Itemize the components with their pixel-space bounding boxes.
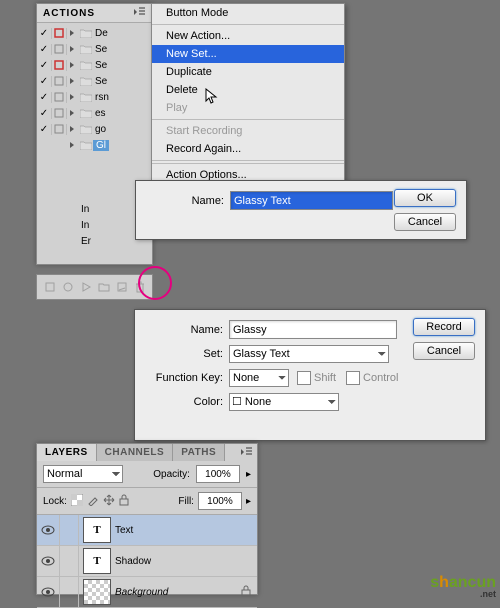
lock-label: Lock:: [43, 496, 67, 507]
layer-thumb: [83, 579, 111, 605]
panel-tabs: LAYERS CHANNELS PATHS: [37, 444, 257, 461]
menu-button-mode[interactable]: Button Mode: [152, 4, 344, 22]
stop-icon[interactable]: [44, 281, 56, 293]
chevron-right-icon[interactable]: ▸: [246, 469, 251, 480]
layer-lock-row: Lock: Fill: ▸: [37, 488, 257, 515]
control-label: Control: [363, 372, 398, 384]
opacity-label: Opacity:: [153, 469, 190, 480]
menu-separator: [152, 163, 344, 164]
action-row[interactable]: ✓rsn: [37, 89, 152, 105]
actions-context-menu: Button Mode New Action... New Set... Dup…: [151, 3, 345, 203]
layer-row[interactable]: Background: [37, 577, 257, 608]
actions-panel-header: ACTIONS: [37, 4, 152, 23]
visibility-toggle[interactable]: [37, 546, 60, 576]
fill-label: Fill:: [178, 496, 194, 507]
set-name-input[interactable]: [230, 191, 393, 210]
name-label: Name:: [146, 195, 230, 207]
cancel-button[interactable]: Cancel: [394, 213, 456, 231]
opacity-input[interactable]: [196, 465, 240, 483]
color-select[interactable]: ☐ None: [229, 393, 339, 411]
name-label: Name:: [145, 324, 229, 336]
visibility-toggle[interactable]: [37, 577, 60, 607]
link-col[interactable]: [60, 515, 79, 545]
layer-name: Background: [115, 587, 168, 598]
shift-label: Shift: [314, 372, 336, 384]
cancel-button[interactable]: Cancel: [413, 342, 475, 360]
menu-record-again[interactable]: Record Again...: [152, 140, 344, 158]
action-name-input[interactable]: [229, 320, 397, 339]
fkey-select[interactable]: None: [229, 369, 289, 387]
tab-paths[interactable]: PATHS: [173, 444, 225, 461]
new-action-icon[interactable]: [116, 281, 128, 293]
record-icon[interactable]: [62, 281, 74, 293]
control-checkbox[interactable]: [346, 371, 360, 385]
action-row[interactable]: ✓Se: [37, 73, 152, 89]
play-icon[interactable]: [80, 281, 92, 293]
menu-separator: [152, 160, 344, 161]
link-col[interactable]: [60, 546, 79, 576]
menu-delete[interactable]: Delete: [152, 81, 344, 99]
menu-duplicate[interactable]: Duplicate: [152, 63, 344, 81]
menu-play[interactable]: Play: [152, 99, 344, 117]
actions-panel-title: ACTIONS: [43, 8, 95, 19]
set-select[interactable]: Glassy Text: [229, 345, 389, 363]
record-button[interactable]: Record: [413, 318, 475, 336]
lock-transparency-icon[interactable]: [71, 494, 83, 509]
menu-new-set[interactable]: New Set...: [152, 45, 344, 63]
new-set-icon[interactable]: [98, 281, 110, 293]
new-action-dialog: Name: Set: Glassy Text Function Key: Non…: [134, 309, 486, 441]
menu-separator: [152, 24, 344, 25]
layer-name: Shadow: [115, 556, 151, 567]
actions-panel-footer: [36, 274, 153, 300]
menu-start-recording[interactable]: Start Recording: [152, 122, 344, 140]
chevron-right-icon[interactable]: ▸: [246, 496, 251, 507]
lock-all-icon[interactable]: [119, 494, 129, 509]
action-row[interactable]: ✓es: [37, 105, 152, 121]
blend-mode-select[interactable]: Normal: [43, 465, 123, 483]
layer-row[interactable]: T Shadow: [37, 546, 257, 577]
layer-thumb: T: [83, 548, 111, 574]
action-row[interactable]: ✓Se: [37, 41, 152, 57]
fkey-label: Function Key:: [145, 372, 229, 384]
lock-position-icon[interactable]: [103, 494, 115, 509]
menu-new-action[interactable]: New Action...: [152, 27, 344, 45]
action-row[interactable]: ✓Se: [37, 57, 152, 73]
color-label: Color:: [145, 396, 229, 408]
watermark: shancun .net: [430, 574, 496, 599]
menu-separator: [152, 119, 344, 120]
lock-paint-icon[interactable]: [87, 494, 99, 509]
new-set-dialog: Name: OK Cancel: [135, 180, 467, 240]
fill-input[interactable]: [198, 492, 242, 510]
panel-menu-icon[interactable]: [239, 447, 253, 459]
link-col[interactable]: [60, 577, 79, 607]
tab-layers[interactable]: LAYERS: [37, 444, 97, 461]
trash-icon[interactable]: [134, 281, 146, 293]
panel-menu-icon[interactable]: [132, 7, 146, 19]
layer-row[interactable]: T Text: [37, 515, 257, 546]
action-row[interactable]: ✓go: [37, 121, 152, 137]
lock-icon: [241, 585, 251, 600]
set-label: Set:: [145, 348, 229, 360]
action-row[interactable]: ✓De: [37, 25, 152, 41]
layer-thumb: T: [83, 517, 111, 543]
layer-name: Text: [115, 525, 133, 536]
tab-channels[interactable]: CHANNELS: [97, 444, 174, 461]
ok-button[interactable]: OK: [394, 189, 456, 207]
layer-blend-row: Normal Opacity: ▸: [37, 461, 257, 488]
layers-panel: LAYERS CHANNELS PATHS Normal Opacity: ▸ …: [36, 443, 258, 595]
action-row[interactable]: Gl: [37, 137, 152, 153]
visibility-toggle[interactable]: [37, 515, 60, 545]
shift-checkbox[interactable]: [297, 371, 311, 385]
